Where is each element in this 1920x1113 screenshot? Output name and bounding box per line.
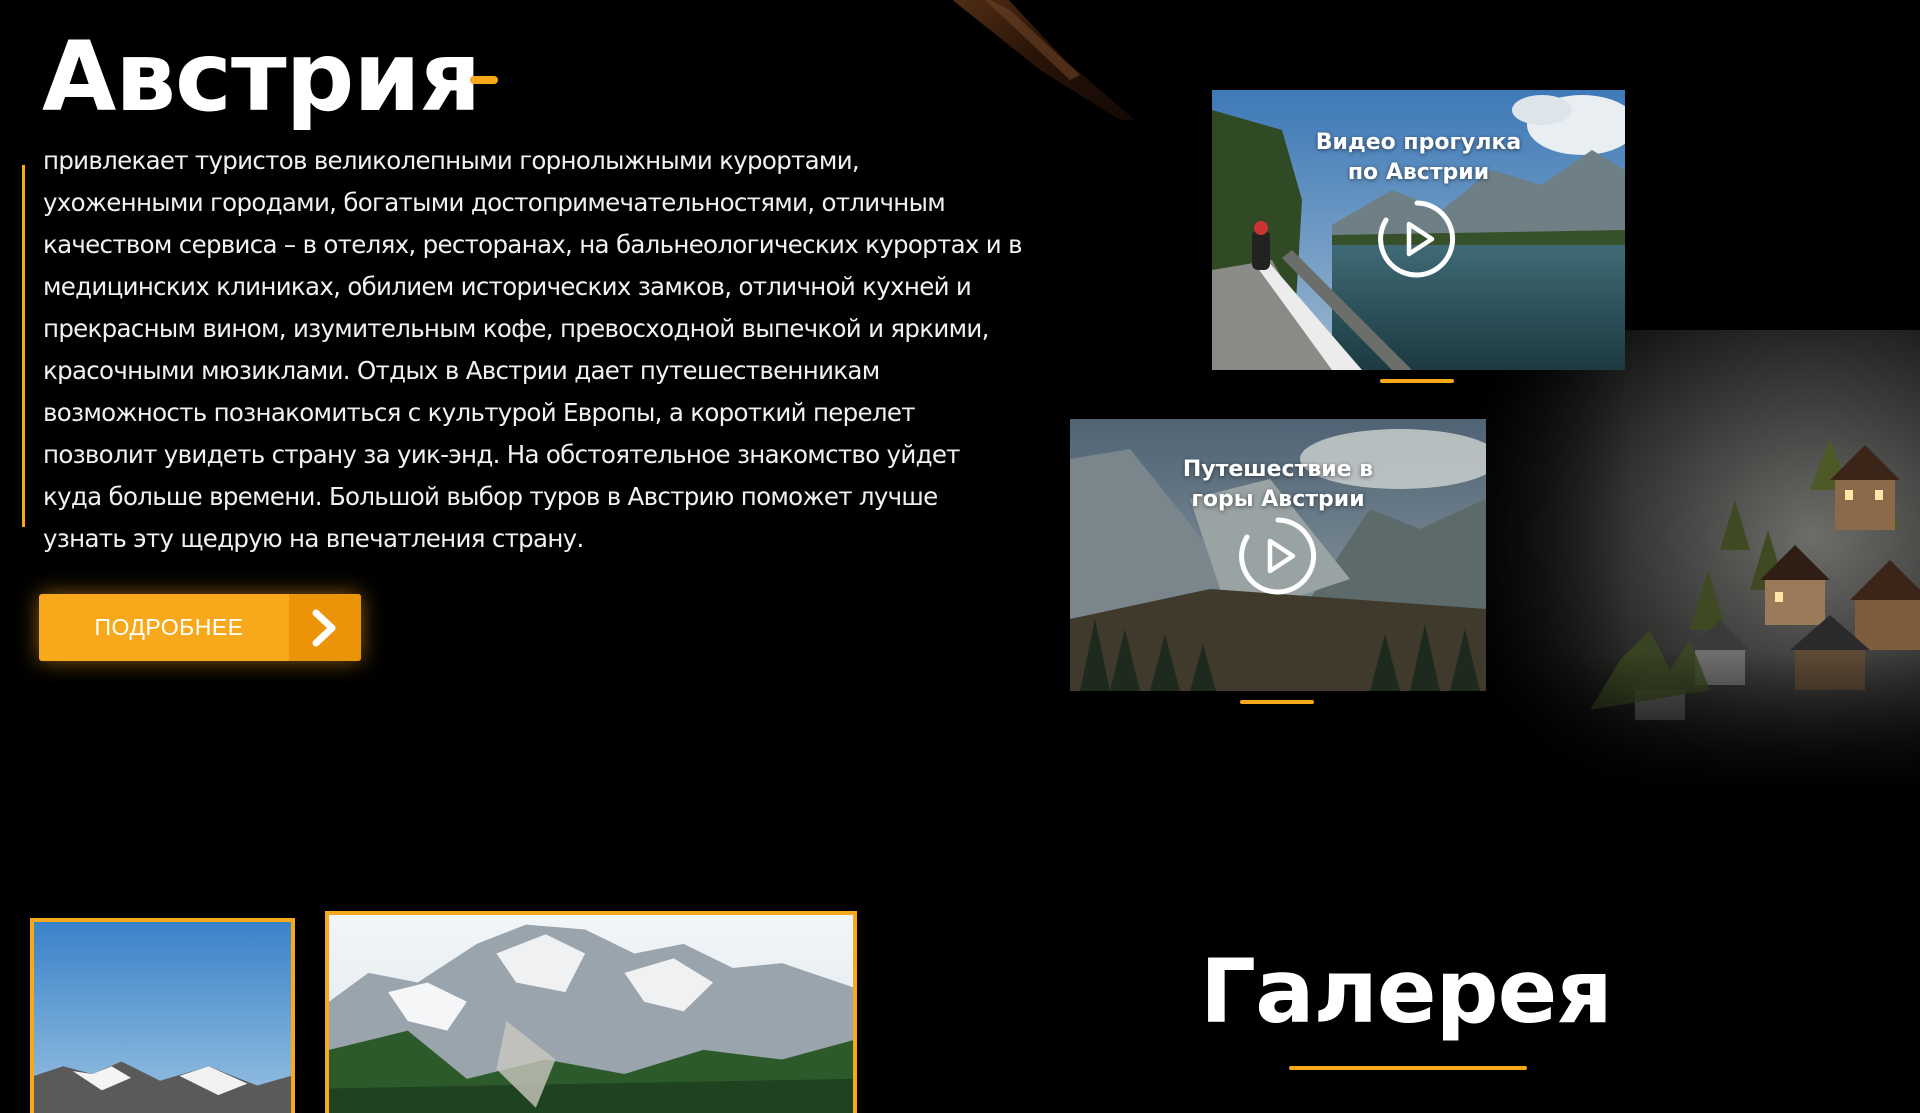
description-accent-bar (22, 165, 25, 527)
gallery-photo-mountain (329, 915, 853, 1113)
gallery-image-mountain[interactable] (325, 911, 857, 1113)
play-icon[interactable] (1237, 515, 1319, 597)
play-icon[interactable] (1376, 198, 1458, 280)
decorative-splinter-image (952, 0, 1135, 120)
video-card-walk[interactable]: Видео прогулка по Австрии (1212, 90, 1625, 370)
gallery-image-sky[interactable] (30, 918, 295, 1113)
video-underline-walk (1380, 379, 1454, 383)
video-underline-mountains (1240, 700, 1314, 704)
more-button-label: ПОДРОБНЕЕ (94, 614, 244, 640)
video-title-mountains: Путешествие в горы Австрии (1182, 457, 1374, 512)
more-button[interactable]: ПОДРОБНЕЕ (39, 594, 361, 661)
gallery-photo-sky (34, 922, 291, 1113)
chevron-right-icon (289, 594, 361, 661)
video-title-walk: Видео прогулка по Австрии (1315, 130, 1522, 185)
gallery-title-underline (1289, 1066, 1527, 1070)
gallery-title: Галерея (1200, 940, 1613, 1043)
page-title: Австрия (42, 21, 481, 133)
video-card-mountains[interactable]: Путешествие в горы Австрии (1070, 419, 1486, 691)
title-accent-dash (470, 76, 498, 84)
country-description: привлекает туристов великолепными горнол… (43, 146, 1023, 553)
